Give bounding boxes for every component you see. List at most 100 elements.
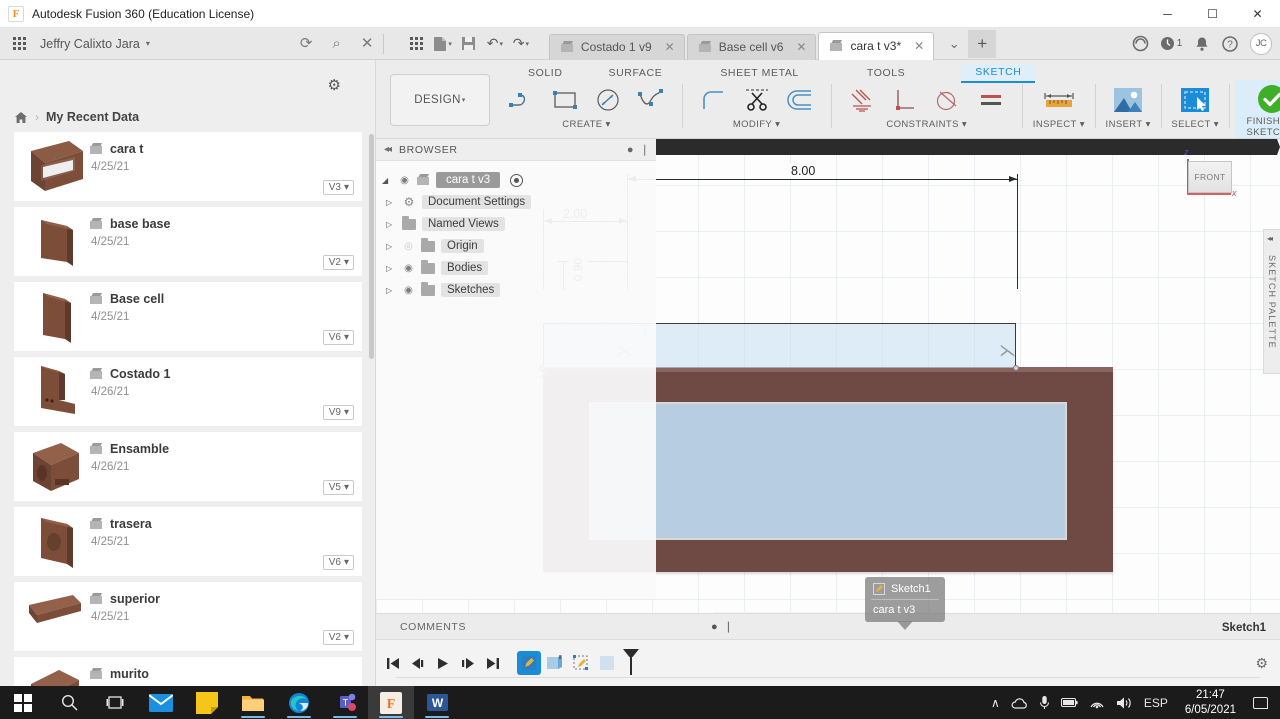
- tree-node-bodies[interactable]: ▷ ◉ Bodies: [376, 257, 656, 279]
- new-file-icon[interactable]: ▾: [430, 31, 455, 57]
- user-avatar[interactable]: JC: [1250, 32, 1272, 55]
- maximize-button[interactable]: ☐: [1190, 0, 1235, 28]
- action-center-icon[interactable]: [1253, 696, 1268, 709]
- line-icon[interactable]: [505, 83, 539, 117]
- extrude2-feature[interactable]: [596, 652, 618, 674]
- word-icon[interactable]: W: [414, 686, 460, 719]
- teams-icon[interactable]: T: [322, 686, 368, 719]
- cloud-status-icon[interactable]: [1126, 30, 1154, 58]
- list-item[interactable]: trasera 4/25/21 V6 ▾: [14, 507, 362, 576]
- trim-scissors-icon[interactable]: [740, 83, 774, 117]
- expand-triangle-icon[interactable]: ▷: [386, 220, 396, 229]
- onedrive-icon[interactable]: [1011, 697, 1028, 709]
- ribbon-group-label-select[interactable]: SELECT ▾: [1171, 119, 1219, 130]
- go-to-end-button[interactable]: [486, 657, 500, 670]
- ribbon-group-label-create[interactable]: CREATE ▾: [562, 119, 610, 130]
- finish-sketch-check-icon[interactable]: [1255, 82, 1280, 116]
- save-icon[interactable]: [457, 31, 481, 57]
- offset-icon[interactable]: [783, 83, 817, 117]
- job-status-icon[interactable]: 1: [1154, 30, 1188, 58]
- tree-node-named-views[interactable]: ▷ Named Views: [376, 213, 656, 235]
- start-button[interactable]: [0, 686, 46, 719]
- sticky-notes-icon[interactable]: [184, 686, 230, 719]
- tray-chevron-up-icon[interactable]: ∧: [991, 696, 1000, 710]
- browser-resize-handle[interactable]: ❘: [640, 143, 650, 156]
- sketch-palette-tab[interactable]: ◂◂ SKETCH PALETTE: [1263, 229, 1280, 374]
- battery-icon[interactable]: [1060, 697, 1078, 708]
- visibility-eye-icon[interactable]: ◉: [398, 175, 411, 186]
- search-icon[interactable]: ⌕: [332, 36, 340, 51]
- microphone-icon[interactable]: [1039, 695, 1050, 710]
- browser-settings-icon[interactable]: ●: [627, 144, 634, 156]
- browser-collapse-icon[interactable]: ◂◂: [384, 144, 392, 155]
- show-data-panel-icon[interactable]: [404, 31, 428, 57]
- ribbon-group-label-constraints[interactable]: CONSTRAINTS ▾: [886, 119, 967, 130]
- tab-sheet-metal[interactable]: SHEET METAL: [706, 65, 813, 82]
- expand-triangle-icon[interactable]: ▷: [386, 264, 396, 273]
- equal-constraint-icon[interactable]: [974, 83, 1008, 117]
- ribbon-group-label-finish-sketch[interactable]: FINISH SKETCH▾: [1247, 116, 1280, 138]
- sketch-edit-feature[interactable]: [570, 652, 592, 674]
- insert-image-icon[interactable]: [1112, 84, 1144, 116]
- activate-component-icon[interactable]: [510, 173, 524, 187]
- document-tab-carat[interactable]: cara t v3* ✕: [818, 31, 935, 60]
- ribbon-group-label-insert[interactable]: INSERT ▾: [1106, 119, 1151, 130]
- expand-triangle-icon[interactable]: ▷: [386, 242, 396, 251]
- list-item[interactable]: Costado 1 4/26/21 V9 ▾: [14, 357, 362, 426]
- recent-data-list[interactable]: cara t 4/25/21 V3 ▾ base base 4/25/21 V2…: [14, 132, 362, 686]
- home-icon[interactable]: [14, 111, 28, 124]
- measure-icon[interactable]: [1042, 83, 1076, 117]
- mail-icon[interactable]: [138, 686, 184, 719]
- item-version-badge[interactable]: V6 ▾: [322, 330, 354, 345]
- fusion360-icon[interactable]: F: [368, 686, 414, 719]
- edge-icon[interactable]: [276, 686, 322, 719]
- tab-solid[interactable]: SOLID: [514, 65, 577, 82]
- list-item[interactable]: Ensamble 4/26/21 V5 ▾: [14, 432, 362, 501]
- language-indicator[interactable]: ESP: [1144, 696, 1168, 710]
- close-button[interactable]: ✕: [1235, 0, 1280, 28]
- redo-caret-icon[interactable]: ▾: [526, 40, 530, 48]
- visibility-eye-icon[interactable]: ◉: [402, 285, 415, 296]
- spline-icon[interactable]: [634, 83, 668, 117]
- help-icon[interactable]: ?: [1216, 30, 1244, 58]
- view-cube[interactable]: z x FRONT: [1174, 147, 1240, 213]
- app-grid-icon[interactable]: [6, 31, 32, 57]
- tab-tools[interactable]: TOOLS: [853, 65, 919, 82]
- list-item[interactable]: murito: [14, 657, 362, 686]
- expand-triangle-icon[interactable]: ◢: [382, 176, 392, 185]
- go-to-beginning-button[interactable]: [386, 657, 400, 670]
- tree-node-origin[interactable]: ▷ ◎ Origin: [376, 235, 656, 257]
- rectangle-icon[interactable]: [548, 83, 582, 117]
- ground-constraint-icon[interactable]: [845, 83, 879, 117]
- item-version-badge[interactable]: V2 ▾: [322, 630, 354, 645]
- coincident-constraint-glyph[interactable]: ⋋: [999, 341, 1016, 361]
- visibility-eye-icon[interactable]: ◉: [402, 263, 415, 274]
- notifications-bell-icon[interactable]: [1188, 30, 1216, 58]
- timeline-settings-gear-icon[interactable]: ⚙: [1255, 655, 1268, 672]
- document-tab-basecell[interactable]: Base cell v6 ✕: [686, 33, 817, 60]
- tab-overflow-caret-icon[interactable]: ⌄: [940, 30, 968, 58]
- item-version-badge[interactable]: V3 ▾: [322, 180, 354, 195]
- search-icon[interactable]: [46, 686, 92, 719]
- tree-node-document-settings[interactable]: ▷ ⚙ Document Settings: [376, 191, 656, 213]
- select-window-icon[interactable]: [1179, 84, 1211, 116]
- volume-icon[interactable]: [1116, 696, 1133, 710]
- redo-icon[interactable]: ↷ ▾: [509, 31, 533, 57]
- close-tab-icon[interactable]: ✕: [796, 40, 806, 54]
- task-view-icon[interactable]: [92, 686, 138, 719]
- play-button[interactable]: [436, 657, 450, 670]
- list-item[interactable]: Base cell 4/25/21 V6 ▾: [14, 282, 362, 351]
- close-tab-icon[interactable]: ✕: [914, 39, 924, 53]
- comments-resize-handle[interactable]: ❘: [724, 620, 733, 633]
- extrude-feature[interactable]: [544, 652, 566, 674]
- sketch-palette-expand-icon[interactable]: ◂◂: [1267, 234, 1273, 243]
- new-tab-button[interactable]: +: [968, 29, 997, 58]
- perpendicular-constraint-icon[interactable]: [888, 83, 922, 117]
- sketch-point[interactable]: [1013, 365, 1019, 371]
- ribbon-group-finish-sketch[interactable]: FINISH SKETCH▾: [1234, 80, 1280, 138]
- undo-caret-icon[interactable]: ▾: [500, 40, 504, 48]
- minimize-button[interactable]: ─: [1145, 0, 1190, 28]
- item-version-badge[interactable]: V6 ▾: [322, 555, 354, 570]
- taskbar-clock[interactable]: 21:47 6/05/2021: [1185, 688, 1236, 716]
- comments-settings-icon[interactable]: ●: [711, 621, 718, 633]
